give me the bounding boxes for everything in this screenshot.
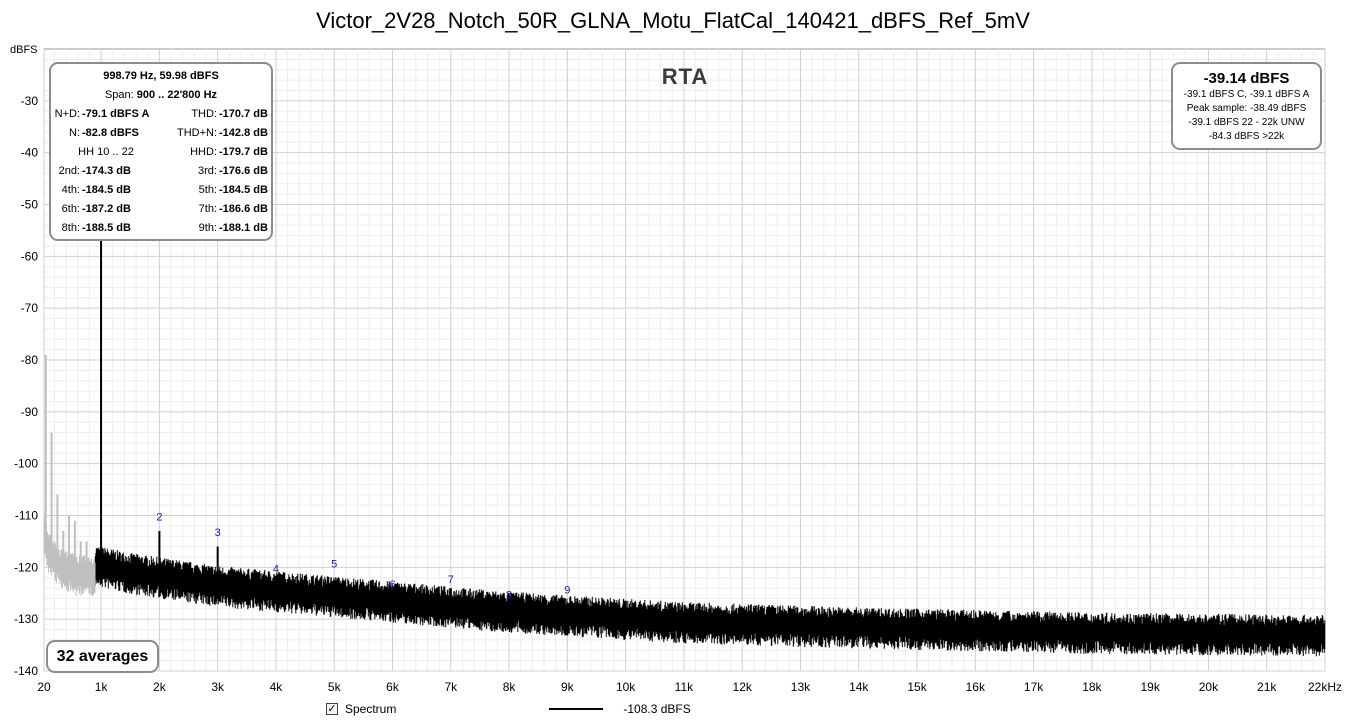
x-tick-label: 16k [966,680,986,694]
x-tick-label: 2k [153,680,167,694]
h5-label: 5th: [198,184,217,196]
h4-value: -184.5 dB [82,184,131,196]
harmonic-marker-label: 6 [389,579,395,591]
harmonic-marker-label: 3 [215,527,221,539]
y-tick-label: -100 [14,457,38,471]
y-tick-label: -120 [14,560,38,574]
level-peak-sample: Peak sample: -38.49 dBFS [1186,103,1307,114]
x-tick-label: 4k [270,680,284,694]
stats-row-h4-h5: 4th: -184.5 dB 5th: -184.5 dB [51,181,271,200]
y-tick-label: -50 [21,198,39,212]
level-weighted: -39.1 dBFS C, -39.1 dBFS A [1183,89,1310,100]
hhd-label: HHD: [190,146,217,158]
x-tick-label: 19k [1140,680,1160,694]
h6-label: 6th: [61,203,80,215]
y-tick-label: -130 [14,612,38,626]
x-tick-label: 18k [1082,680,1102,694]
h8-value: -188.5 dB [82,222,131,234]
thd-label: THD: [191,108,217,120]
stats-row-h2-h3: 2nd: -174.3 dB 3rd: -176.6 dB [51,162,271,181]
span-value: 900 .. 22'800 Hz [136,89,218,101]
level-above-22k: -84.3 dBFS >22k [1208,131,1285,142]
harmonic-marker-label: 9 [564,584,570,596]
x-tick-label: 12k [733,680,753,694]
y-axis-label: dBFS [10,44,38,56]
nd-label: N+D: [54,108,80,120]
span-label: Span: [104,89,134,101]
y-tick-label: -70 [21,301,39,315]
h9-label: 9th: [198,222,217,234]
h2-label: 2nd: [58,165,80,177]
harmonic-marker-label: 8 [506,589,512,601]
y-tick-label: -60 [21,249,39,263]
y-tick-label: -80 [21,353,39,367]
cursor-readout: 998.79 Hz, 59.98 dBFS [103,70,219,82]
level-panel[interactable]: -39.14 dBFS -39.1 dBFS C, -39.1 dBFS A P… [1171,62,1322,150]
h8-label: 8th: [61,222,80,234]
h7-value: -186.6 dB [219,203,268,215]
level-unweighted: -39.1 dBFS 22 - 22k UNW [1188,117,1305,128]
distortion-stats-panel[interactable]: 998.79 Hz, 59.98 dBFS Span: 900 .. 22'80… [49,62,273,241]
legend-value: -108.3 dBFS [623,702,691,716]
x-tick-label: 6k [386,680,400,694]
level-main-value: -39.14 dBFS [1203,70,1290,87]
stats-row-nd-thd: N+D: -79.1 dBFS A THD: -170.7 dB [51,105,271,124]
x-tick-label: 20k [1199,680,1219,694]
thd-value: -170.7 dB [219,108,268,120]
x-tick-label: 21k [1257,680,1277,694]
y-tick-label: -140 [14,664,38,678]
h3-value: -176.6 dB [219,165,268,177]
h2-value: -174.3 dB [82,165,131,177]
y-tick-label: -30 [21,94,39,108]
y-tick-label: -40 [21,146,39,160]
stats-row-n-thdn: N: -82.8 dBFS THD+N: -142.8 dB [51,124,271,143]
x-tick-label: 20 [37,680,51,694]
nd-value: -79.1 dBFS A [82,108,150,120]
rta-label: RTA [661,64,709,89]
x-tick-label: 17k [1024,680,1044,694]
legend-series-label: Spectrum [345,702,397,716]
harmonic-marker-label: 5 [331,558,337,570]
hhd-value: -179.7 dB [219,146,268,158]
x-tick-label: 14k [849,680,869,694]
h9-value: -188.1 dB [219,222,268,234]
hh-label: HH 10 .. 22 [78,146,134,158]
x-tick-label: 8k [503,680,517,694]
stats-row-h8-h9: 8th: -188.5 dB 9th: -188.1 dB [51,219,271,238]
x-tick-label: 3k [211,680,225,694]
n-label: N: [69,127,80,139]
h3-label: 3rd: [198,165,217,177]
averages-badge[interactable]: 32 averages [46,640,159,673]
x-tick-label: 7k [444,680,458,694]
x-tick-label: 22kHz [1308,680,1342,694]
thdn-label: THD+N: [176,127,217,139]
span-readout: Span: 900 .. 22'800 Hz [51,86,271,105]
legend: ✓ Spectrum -108.3 dBFS [326,702,691,716]
x-tick-label: 15k [907,680,927,694]
stats-row-hh: HH 10 .. 22 HHD: -179.7 dB [51,143,271,162]
thdn-value: -142.8 dB [219,127,268,139]
h4-label: 4th: [61,184,80,196]
x-tick-label: 5k [328,680,342,694]
stats-row-h6-h7: 6th: -187.2 dB 7th: -186.6 dB [51,200,271,219]
x-tick-label: 11k [675,680,694,694]
h7-label: 7th: [198,203,217,215]
x-tick-label: 9k [561,680,575,694]
h6-value: -187.2 dB [82,203,131,215]
h5-value: -184.5 dB [219,184,268,196]
y-tick-label: -90 [21,405,39,419]
harmonic-marker-label: 2 [156,512,162,524]
x-tick-label: 10k [616,680,636,694]
harmonic-marker-label: 4 [273,564,279,576]
n-value: -82.8 dBFS [82,127,139,139]
harmonic-marker-label: 7 [448,574,454,586]
y-tick-label: -110 [15,509,38,523]
legend-line-swatch [549,708,604,710]
x-tick-label: 1k [95,680,109,694]
x-tick-label: 13k [791,680,811,694]
spectrum-checkbox[interactable]: ✓ [326,703,338,715]
